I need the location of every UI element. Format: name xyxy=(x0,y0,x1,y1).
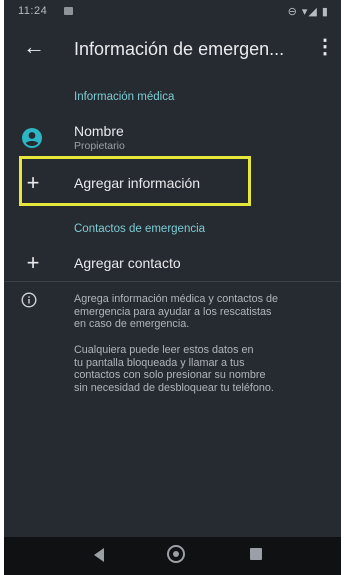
status-bar: 11:24 ⊖ ▾◢ ▮ xyxy=(4,0,341,24)
notification-icon xyxy=(64,7,73,15)
medical-section-header: Información médica xyxy=(74,91,175,103)
arrow-back-icon: ← xyxy=(23,34,45,59)
navigation-bar xyxy=(4,537,341,575)
info-paragraph-1: Agrega información médica y contactos de… xyxy=(74,293,279,330)
back-button[interactable]: ← xyxy=(20,34,48,62)
name-title: Nombre xyxy=(74,123,124,139)
nav-recents-icon[interactable] xyxy=(250,548,262,560)
info-icon xyxy=(21,292,37,308)
plus-icon: + xyxy=(26,250,40,275)
app-bar: ← Información de emergen... ⋮ xyxy=(4,26,341,72)
status-indicators: ⊖ ▾◢ ▮ xyxy=(287,6,329,18)
more-options-button[interactable]: ⋮ xyxy=(315,34,335,62)
more-vert-icon: ⋮ xyxy=(315,36,335,58)
person-icon xyxy=(22,128,42,148)
name-subtitle: Propietario xyxy=(74,140,125,152)
add-contact-label: Agregar contacto xyxy=(74,255,181,271)
nav-home-icon[interactable] xyxy=(167,545,185,563)
info-paragraph-2: Cualquiera puede leer estos datos en tu … xyxy=(74,344,274,394)
page-title: Información de emergen... xyxy=(74,39,285,59)
emergency-info-screen: 11:24 ⊖ ▾◢ ▮ ← Información de emergen...… xyxy=(4,0,341,575)
contacts-section-header: Contactos de emergencia xyxy=(74,223,206,235)
nav-back-icon[interactable] xyxy=(94,548,104,562)
status-time: 11:24 xyxy=(18,5,48,17)
divider xyxy=(4,281,341,282)
highlight-box xyxy=(19,156,251,206)
